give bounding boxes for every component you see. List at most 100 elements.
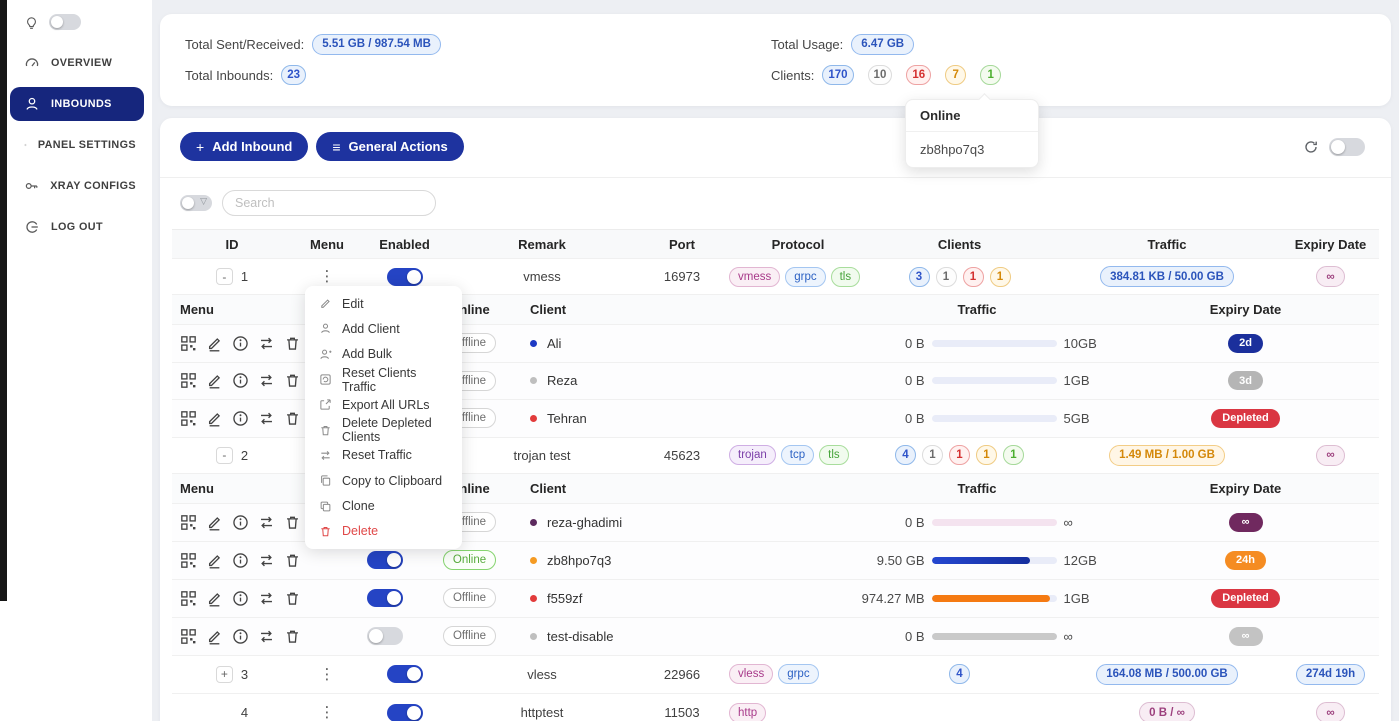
menu-item-reset-traffic[interactable]: Reset Traffic [305,443,462,468]
reset-traffic-icon[interactable] [258,628,275,645]
edit-pencil-icon[interactable] [206,372,223,389]
reset-traffic-icon[interactable] [258,335,275,352]
trash-icon[interactable] [284,514,301,531]
trash-icon[interactable] [284,335,301,352]
info-circle-icon[interactable] [232,335,249,352]
menu-item-copy-to-clipboard[interactable]: Copy to Clipboard [305,468,462,493]
qr-code-icon[interactable] [180,590,197,607]
clients-count-total[interactable]: 170 [822,65,853,85]
menu-item-label: Reset Traffic [342,448,412,462]
collapse-button[interactable]: - [216,268,233,285]
subheader-expiry: Expiry Date [1112,302,1379,317]
menu-item-delete[interactable]: Delete [305,519,462,544]
menu-item-export-all-urls[interactable]: Export All URLs [305,392,462,417]
client-menu [172,552,342,569]
menu-item-clone[interactable]: Clone [305,493,462,518]
trash-icon[interactable] [284,552,301,569]
reset-traffic-icon[interactable] [258,514,275,531]
hamburger-icon: ≡ [332,139,340,155]
client-enabled-toggle[interactable] [367,627,403,645]
edit-pencil-icon[interactable] [206,335,223,352]
sidebar-item-inbounds[interactable]: INBOUNDS [10,87,144,121]
traffic-limit: ∞ [1064,515,1110,530]
client-color-dot [530,595,537,602]
qr-code-icon[interactable] [180,628,197,645]
qr-code-icon[interactable] [180,514,197,531]
auto-refresh-toggle[interactable] [1329,138,1365,156]
info-circle-icon[interactable] [232,372,249,389]
clients-count-deactive[interactable]: 10 [868,65,893,85]
collapse-button[interactable]: - [216,447,233,464]
qr-code-icon[interactable] [180,372,197,389]
menu-item-add-bulk[interactable]: Add Bulk [305,342,462,367]
menu-item-label: Delete Depleted Clients [342,416,448,444]
info-circle-icon[interactable] [232,628,249,645]
row-menu-dots-icon[interactable]: ⋮ [320,269,335,284]
enabled-toggle[interactable] [387,704,423,721]
info-circle-icon[interactable] [232,410,249,427]
qr-code-icon[interactable] [180,335,197,352]
reset-traffic-icon[interactable] [258,590,275,607]
client-count: 1 [963,267,984,287]
edit-pencil-icon[interactable] [206,552,223,569]
clients-count-depleted[interactable]: 16 [906,65,931,85]
add-inbound-button[interactable]: + Add Inbound [180,132,308,161]
expiry-badge: 24h [1225,551,1266,570]
traffic-pill: 0 B / ∞ [1139,702,1195,721]
qr-code-icon[interactable] [180,410,197,427]
edit-pencil-icon[interactable] [206,628,223,645]
header-protocol: Protocol [727,237,867,252]
refresh-icon[interactable] [1303,139,1319,155]
trash-icon[interactable] [284,628,301,645]
trash-icon[interactable] [284,410,301,427]
reset-traffic-icon[interactable] [258,552,275,569]
enabled-toggle[interactable] [387,665,423,683]
protocol-tag: trojan [729,445,776,465]
clients-count-expiring[interactable]: 7 [945,65,966,85]
row-menu-dots-icon[interactable]: ⋮ [320,667,335,682]
row-menu-dots-icon[interactable]: ⋮ [320,705,335,720]
menu-item-edit[interactable]: Edit [305,291,462,316]
client-enabled-toggle[interactable] [367,551,403,569]
subheader-client: Client [512,302,842,317]
reset-traffic-icon[interactable] [258,372,275,389]
filter-toggle[interactable]: ▽ [180,195,212,211]
clients-label: Clients: [771,68,814,83]
info-circle-icon[interactable] [232,514,249,531]
protocol-tag: vless [729,664,773,684]
menu-item-reset-clients-traffic[interactable]: Reset Clients Traffic [305,367,462,392]
reset-traffic-icon[interactable] [258,410,275,427]
expand-button[interactable]: + [216,666,233,683]
menu-item-label: Export All URLs [342,398,430,412]
general-actions-button[interactable]: ≡ General Actions [316,132,463,161]
traffic-bar [932,633,1057,640]
sidebar-item-panel-settings[interactable]: PANEL SETTINGS [10,128,144,162]
client-enabled-toggle[interactable] [367,589,403,607]
protocol-tag: vmess [729,267,780,287]
swap-arrows-icon [319,449,332,462]
trash-icon[interactable] [284,590,301,607]
trash-icon[interactable] [284,372,301,389]
export-icon [319,398,332,411]
info-circle-icon[interactable] [232,552,249,569]
theme-toggle[interactable] [49,14,81,30]
edit-pencil-icon[interactable] [206,590,223,607]
sidebar-item-label: LOG OUT [51,221,103,233]
traffic-bar [932,377,1057,384]
expiry-pill: ∞ [1316,266,1344,287]
edit-pencil-icon[interactable] [206,514,223,531]
menu-item-add-client[interactable]: Add Client [305,316,462,341]
search-input[interactable] [222,190,436,216]
menu-item-delete-depleted-clients[interactable]: Delete Depleted Clients [305,417,462,442]
edit-pencil-icon[interactable] [206,410,223,427]
menu-item-label: Add Client [342,322,400,336]
status-badge: Offline [443,588,496,608]
clients-count-online[interactable]: 1 [980,65,1001,85]
sidebar-item-xray-configs[interactable]: XRAY CONFIGS [10,169,144,203]
qr-code-icon[interactable] [180,552,197,569]
expiry-pill: ∞ [1316,445,1344,466]
info-circle-icon[interactable] [232,590,249,607]
sidebar-item-log-out[interactable]: LOG OUT [10,210,144,244]
enabled-toggle[interactable] [387,268,423,286]
sidebar-item-overview[interactable]: OVERVIEW [10,46,144,80]
